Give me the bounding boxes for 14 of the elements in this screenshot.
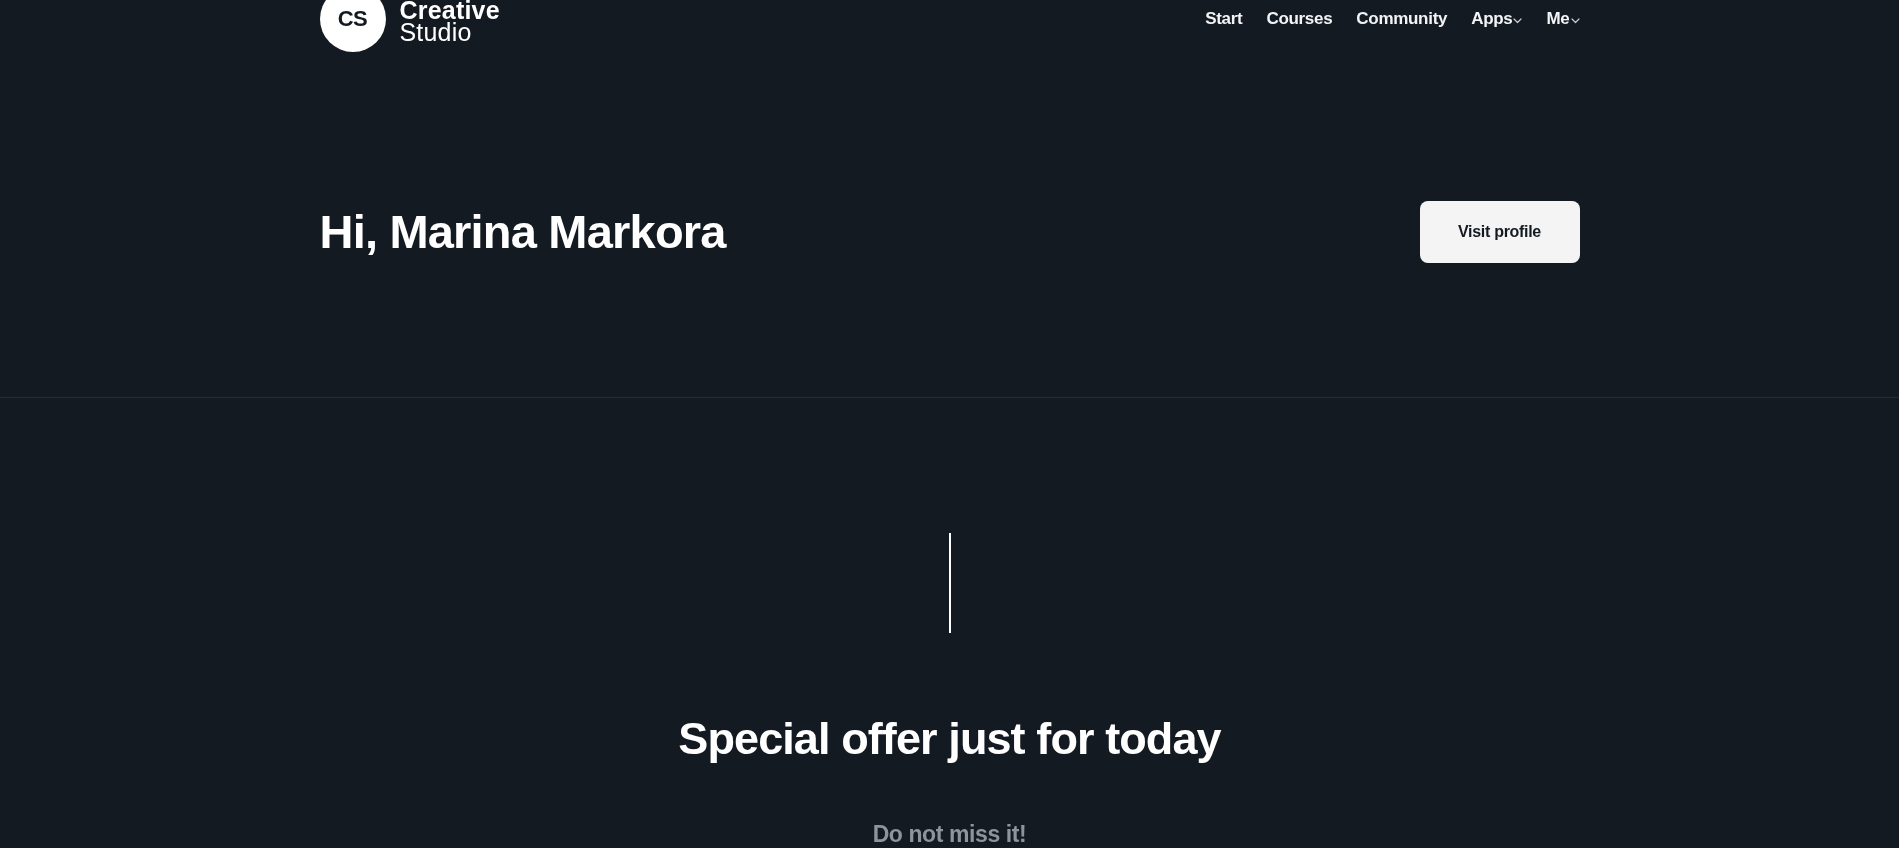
brand-name: Creative <box>399 0 500 21</box>
nav-link[interactable]: Courses <box>1266 9 1333 29</box>
brand-name: Studio <box>399 21 472 43</box>
chevron-down-icon <box>1513 17 1523 24</box>
nav-link[interactable]: Apps <box>1471 9 1523 29</box>
offer-subtitle: Do not miss it! <box>872 820 1027 848</box>
chevron-down-icon <box>1570 17 1580 24</box>
logo-badge[interactable]: CS <box>319 0 386 52</box>
offer-heading: Special offer just for today <box>678 712 1221 765</box>
nav-link[interactable]: Community <box>1356 9 1448 29</box>
nav-link[interactable]: Start <box>1205 9 1243 29</box>
visit-profile-button[interactable]: Visit profile <box>1419 201 1580 263</box>
greeting-heading: Hi, Marina Markora <box>319 204 726 260</box>
nav-link[interactable]: Me <box>1546 9 1580 29</box>
